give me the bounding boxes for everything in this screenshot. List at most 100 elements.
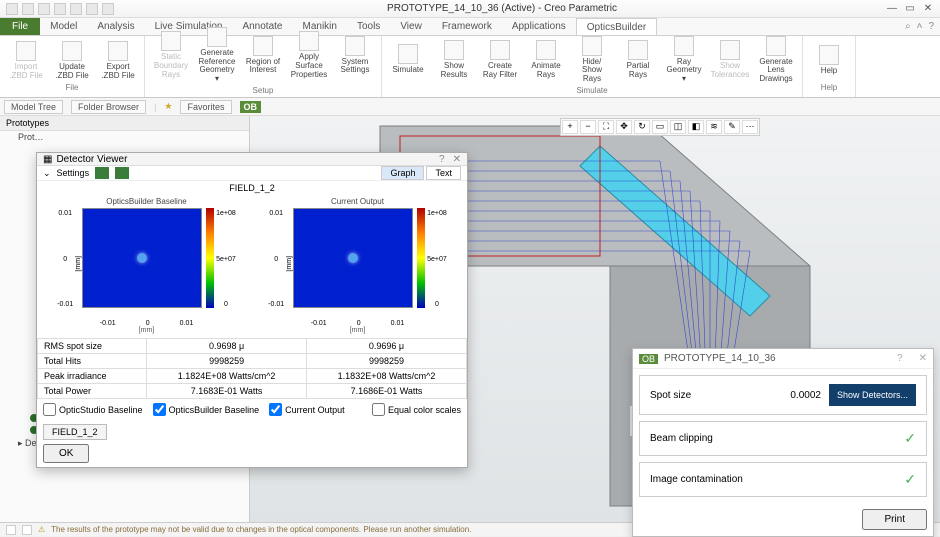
warning-icon: ⚠: [38, 525, 45, 534]
dialog-title: Detector Viewer: [56, 154, 127, 165]
prototype-results-panel: OB PROTOTYPE_14_10_36 ? ✕ Spot size 0.00…: [632, 348, 934, 537]
annotation-icon[interactable]: ✎: [724, 120, 740, 134]
static-boundary-button: Static Boundary Rays: [149, 29, 193, 81]
beam-clipping-label: Beam clipping: [650, 433, 713, 444]
tab-file[interactable]: File: [0, 18, 40, 35]
favorites-tab[interactable]: Favorites: [180, 100, 231, 114]
qat-save-icon[interactable]: [38, 3, 50, 15]
qat-regen-icon[interactable]: [86, 3, 98, 15]
help-icon: [819, 45, 839, 65]
results-help-icon[interactable]: ?: [897, 353, 903, 364]
create-ray-filter-button[interactable]: Create Ray Filter: [478, 38, 522, 82]
detector-viewer-dialog: ▦ Detector Viewer ? ✕ ⌄ Settings Graph T…: [36, 152, 468, 468]
show-tolerances-icon: [720, 40, 740, 60]
settings-label[interactable]: Settings: [57, 168, 90, 178]
ob-badge[interactable]: OB: [240, 101, 262, 113]
import-zbd-button: Import .ZBD File: [4, 39, 48, 83]
qat-undo-icon[interactable]: [54, 3, 66, 15]
tab-opticsbuilder[interactable]: OpticsBuilder: [576, 18, 657, 35]
metric-name: Total Power: [38, 384, 147, 399]
apply-surface-button[interactable]: Apply Surface Properties: [287, 29, 331, 81]
static-boundary-icon: [161, 31, 181, 51]
zoom-in-icon[interactable]: +: [562, 120, 578, 134]
ok-button[interactable]: OK: [43, 444, 89, 463]
cb-opticstudio[interactable]: OpticStudio Baseline: [43, 403, 143, 416]
perspective-icon[interactable]: ◧: [688, 120, 704, 134]
status-icon-2[interactable]: [22, 525, 32, 535]
hide-show-rays-button[interactable]: Hide/ Show Rays: [570, 34, 614, 86]
rotate-icon[interactable]: ↻: [634, 120, 650, 134]
tab-analysis[interactable]: Analysis: [87, 18, 144, 35]
simulate-icon: [398, 44, 418, 64]
qat-new-icon[interactable]: [6, 3, 18, 15]
open-folder-icon[interactable]: [95, 167, 109, 179]
help-button[interactable]: Help: [807, 43, 851, 78]
create-ray-filter-icon: [490, 40, 510, 60]
show-detectors-button[interactable]: Show Detectors...: [829, 384, 916, 406]
graph-toggle[interactable]: Graph: [381, 166, 424, 180]
update-zbd-button[interactable]: Update .ZBD File: [50, 39, 94, 83]
ribbon-help-icon[interactable]: ?: [928, 21, 934, 32]
ribbon-search-icon[interactable]: ⌕: [905, 21, 911, 32]
check-icon: ✓: [904, 471, 916, 488]
maximize-button[interactable]: ▭: [902, 3, 918, 14]
view-saved-icon[interactable]: ▭: [652, 120, 668, 134]
settings-expander[interactable]: ⌄: [43, 168, 51, 179]
gen-ref-geom-button[interactable]: Generate Reference Geometry ▾: [195, 25, 239, 86]
layers-icon[interactable]: ≋: [706, 120, 722, 134]
dialog-help-icon[interactable]: ?: [439, 154, 445, 165]
pan-icon[interactable]: ✥: [616, 120, 632, 134]
results-title: PROTOTYPE_14_10_36: [664, 353, 776, 364]
more-view-icon[interactable]: ⋯: [742, 120, 758, 134]
print-button[interactable]: Print: [862, 509, 927, 530]
region-interest-button[interactable]: Region of Interest: [241, 34, 285, 78]
metric-value: 7.1686E-01 Watts: [307, 384, 467, 399]
spot-size-label: Spot size: [650, 390, 691, 401]
ribbon-collapse-icon[interactable]: ˄: [917, 21, 923, 32]
text-toggle[interactable]: Text: [426, 166, 461, 180]
import-zbd-icon: [16, 41, 36, 61]
tree-item[interactable]: Prot…: [0, 131, 249, 143]
dialog-close-icon[interactable]: ✕: [453, 154, 461, 165]
metric-value: 9998259: [147, 354, 307, 369]
field-tab[interactable]: FIELD_1_2: [43, 424, 107, 440]
tree-header-prototypes[interactable]: Prototypes: [0, 116, 249, 131]
export-zbd-button[interactable]: Export .ZBD File: [96, 39, 140, 83]
colorbar: [417, 208, 425, 308]
cb-equal-scales[interactable]: Equal color scales: [372, 403, 461, 416]
close-button[interactable]: ✕: [920, 3, 936, 14]
minimize-button[interactable]: —: [884, 3, 900, 14]
ray-geometry-button[interactable]: Ray Geometry ▾: [662, 34, 706, 86]
view-style-icon[interactable]: ◫: [670, 120, 686, 134]
folder-browser-tab[interactable]: Folder Browser: [71, 100, 146, 114]
qat-more-icon[interactable]: [102, 3, 114, 15]
spot-size-value: 0.0002: [790, 390, 821, 401]
results-close-icon[interactable]: ✕: [919, 353, 927, 364]
image-contamination-label: Image contamination: [650, 474, 743, 485]
spot-size-row: Spot size 0.0002 Show Detectors...: [639, 375, 927, 415]
qat-open-icon[interactable]: [22, 3, 34, 15]
ray-geometry-icon: [674, 36, 694, 56]
gen-lens-draw-button[interactable]: Generate Lens Drawings: [754, 34, 798, 86]
status-icon-1[interactable]: [6, 525, 16, 535]
cb-opticsbuilder[interactable]: OpticsBuilder Baseline: [153, 403, 260, 416]
tab-view[interactable]: View: [390, 18, 432, 35]
model-tree-tab[interactable]: Model Tree: [4, 100, 63, 114]
simulate-button[interactable]: Simulate: [386, 42, 430, 77]
show-results-button[interactable]: Show Results: [432, 38, 476, 82]
zoom-out-icon[interactable]: −: [580, 120, 596, 134]
cb-current[interactable]: Current Output: [269, 403, 345, 416]
tab-framework[interactable]: Framework: [432, 18, 502, 35]
ribbon: Import .ZBD FileUpdate .ZBD FileExport .…: [0, 36, 940, 98]
image-contamination-row: Image contamination ✓: [639, 462, 927, 497]
refresh-folder-icon[interactable]: [115, 167, 129, 179]
tab-model[interactable]: Model: [40, 18, 87, 35]
favorites-star-icon[interactable]: ★: [164, 101, 172, 112]
partial-rays-button[interactable]: Partial Rays: [616, 38, 660, 82]
system-settings-button[interactable]: System Settings: [333, 34, 377, 78]
zoom-fit-icon[interactable]: ⛶: [598, 120, 614, 134]
qat-redo-icon[interactable]: [70, 3, 82, 15]
animate-rays-button[interactable]: Animate Rays: [524, 38, 568, 82]
plot-baseline: OpticsBuilder Baseline 0.010-0.01 [mm] 1…: [43, 197, 250, 334]
tab-applications[interactable]: Applications: [502, 18, 576, 35]
